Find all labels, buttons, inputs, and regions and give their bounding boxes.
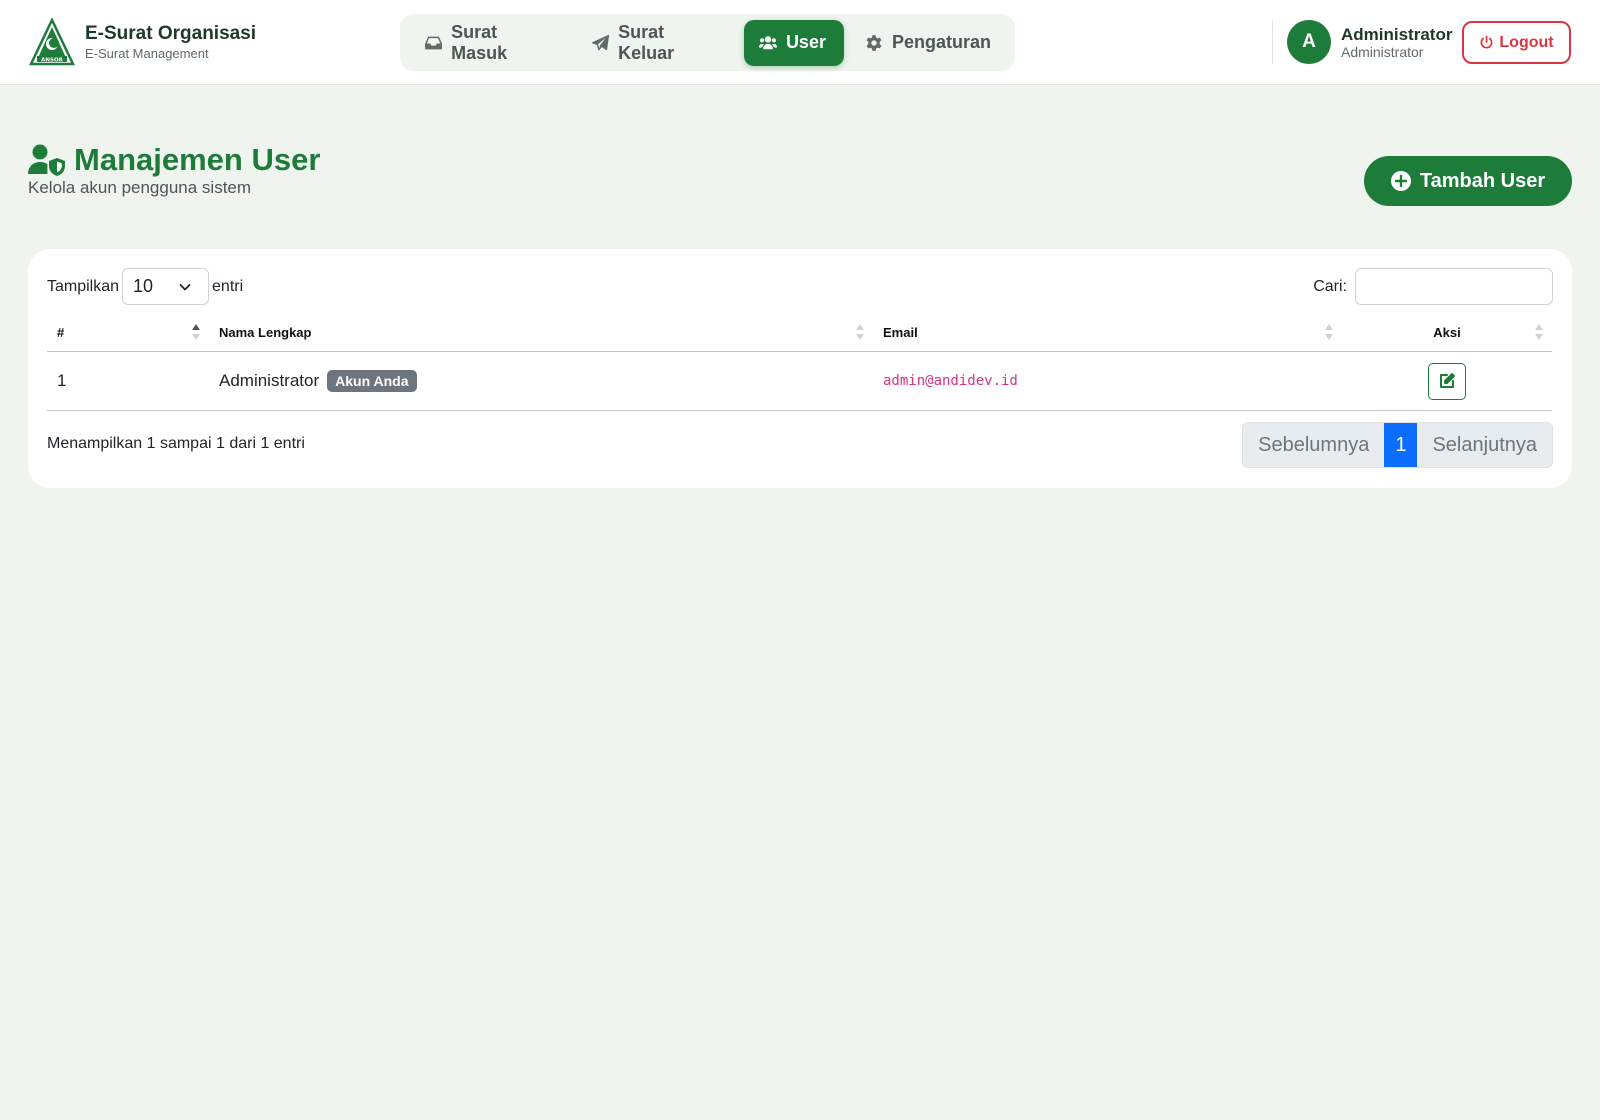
gear-icon bbox=[866, 34, 882, 51]
user-table: # Nama Lengkap Email Aksi 1 Administrato… bbox=[47, 314, 1552, 411]
sort-asc-icon bbox=[192, 324, 200, 340]
logout-label: Logout bbox=[1499, 33, 1554, 51]
top-navbar: ANSOR E-Surat Organisasi E-Surat Managem… bbox=[0, 0, 1600, 85]
logout-button[interactable]: Logout bbox=[1462, 21, 1571, 64]
paper-plane-icon bbox=[592, 34, 610, 50]
page-length-control: Tampilkan 10 entri bbox=[47, 268, 243, 305]
nav-user[interactable]: User bbox=[743, 19, 844, 66]
table-info: Menampilkan 1 sampai 1 dari 1 entri bbox=[47, 435, 305, 452]
column-header-actions[interactable]: Aksi bbox=[1342, 314, 1552, 351]
column-header-name[interactable]: Nama Lengkap bbox=[209, 314, 873, 351]
nav-label: User bbox=[785, 32, 826, 52]
nav-label: Surat Masuk bbox=[451, 21, 508, 63]
user-profile[interactable]: A Administrator Administrator bbox=[1287, 20, 1452, 64]
user-name: Administrator bbox=[1341, 24, 1453, 44]
svg-text:ANSOR: ANSOR bbox=[41, 58, 63, 64]
ansor-logo: ANSOR bbox=[29, 18, 75, 66]
table-header: # Nama Lengkap Email Aksi bbox=[47, 314, 1552, 352]
power-icon bbox=[1480, 35, 1493, 49]
pagination: Sebelumnya 1 Selanjutnya bbox=[1242, 422, 1553, 468]
row-number: 1 bbox=[57, 371, 67, 390]
prev-page-button[interactable]: Sebelumnya bbox=[1243, 423, 1385, 467]
sort-icon bbox=[1325, 324, 1333, 340]
header-divider bbox=[1272, 20, 1273, 64]
page-subtitle: Kelola akun pengguna sistem bbox=[28, 178, 252, 197]
page-title-text: Manajemen User bbox=[74, 142, 321, 177]
nav-pengaturan[interactable]: Pengaturan bbox=[850, 20, 1009, 66]
table-search: Cari: bbox=[1313, 268, 1553, 305]
user-shield-icon bbox=[28, 144, 65, 176]
sort-icon bbox=[856, 324, 864, 340]
nav-surat-masuk[interactable]: Surat Masuk bbox=[410, 20, 571, 66]
page-header: Manajemen User Kelola akun pengguna sist… bbox=[28, 142, 320, 198]
search-label: Cari: bbox=[1313, 277, 1347, 295]
row-name: Administrator bbox=[219, 371, 320, 390]
main-nav: Surat Masuk Surat Keluar User Pengaturan bbox=[400, 14, 1015, 71]
plus-circle-icon bbox=[1390, 171, 1411, 191]
show-suffix: entri bbox=[212, 277, 244, 295]
next-page-button[interactable]: Selanjutnya bbox=[1417, 423, 1552, 467]
show-prefix: Tampilkan bbox=[47, 277, 120, 295]
add-user-label: Tambah User bbox=[1419, 169, 1546, 192]
brand[interactable]: ANSOR E-Surat Organisasi E-Surat Managem… bbox=[29, 18, 256, 66]
edit-icon bbox=[1440, 373, 1455, 388]
avatar: A bbox=[1287, 20, 1331, 64]
users-icon bbox=[758, 35, 777, 49]
search-input[interactable] bbox=[1355, 268, 1553, 305]
column-header-number[interactable]: # bbox=[47, 314, 209, 351]
page-length-value: 10 bbox=[133, 276, 154, 296]
chevron-down-icon bbox=[179, 283, 191, 290]
row-email-cell: admin@andidev.id bbox=[873, 352, 1342, 410]
nav-label: Surat Keluar bbox=[618, 21, 675, 63]
current-account-badge: Akun Anda bbox=[327, 370, 417, 392]
table-row: 1 Administrator Akun Anda admin@andidev.… bbox=[47, 352, 1552, 411]
sort-icon bbox=[1535, 324, 1543, 340]
row-name-cell: Administrator Akun Anda bbox=[209, 352, 873, 410]
add-user-button[interactable]: Tambah User bbox=[1364, 156, 1572, 206]
user-role: Administrator bbox=[1341, 43, 1424, 60]
edit-user-button[interactable] bbox=[1428, 362, 1466, 400]
user-table-card: Tampilkan 10 entri Cari: # Nama Lengkap … bbox=[28, 249, 1572, 488]
row-actions bbox=[1342, 352, 1552, 410]
nav-label: Pengaturan bbox=[891, 32, 991, 52]
page-button-1[interactable]: 1 bbox=[1384, 423, 1418, 467]
column-header-email[interactable]: Email bbox=[873, 314, 1342, 351]
page-length-select[interactable]: 10 bbox=[122, 268, 210, 305]
page-title: Manajemen User bbox=[28, 142, 320, 178]
inbox-icon bbox=[425, 36, 443, 49]
nav-surat-keluar[interactable]: Surat Keluar bbox=[577, 20, 738, 66]
row-email: admin@andidev.id bbox=[883, 373, 1018, 389]
brand-title: E-Surat Organisasi bbox=[85, 22, 257, 44]
brand-subtitle: E-Surat Management bbox=[85, 45, 209, 61]
